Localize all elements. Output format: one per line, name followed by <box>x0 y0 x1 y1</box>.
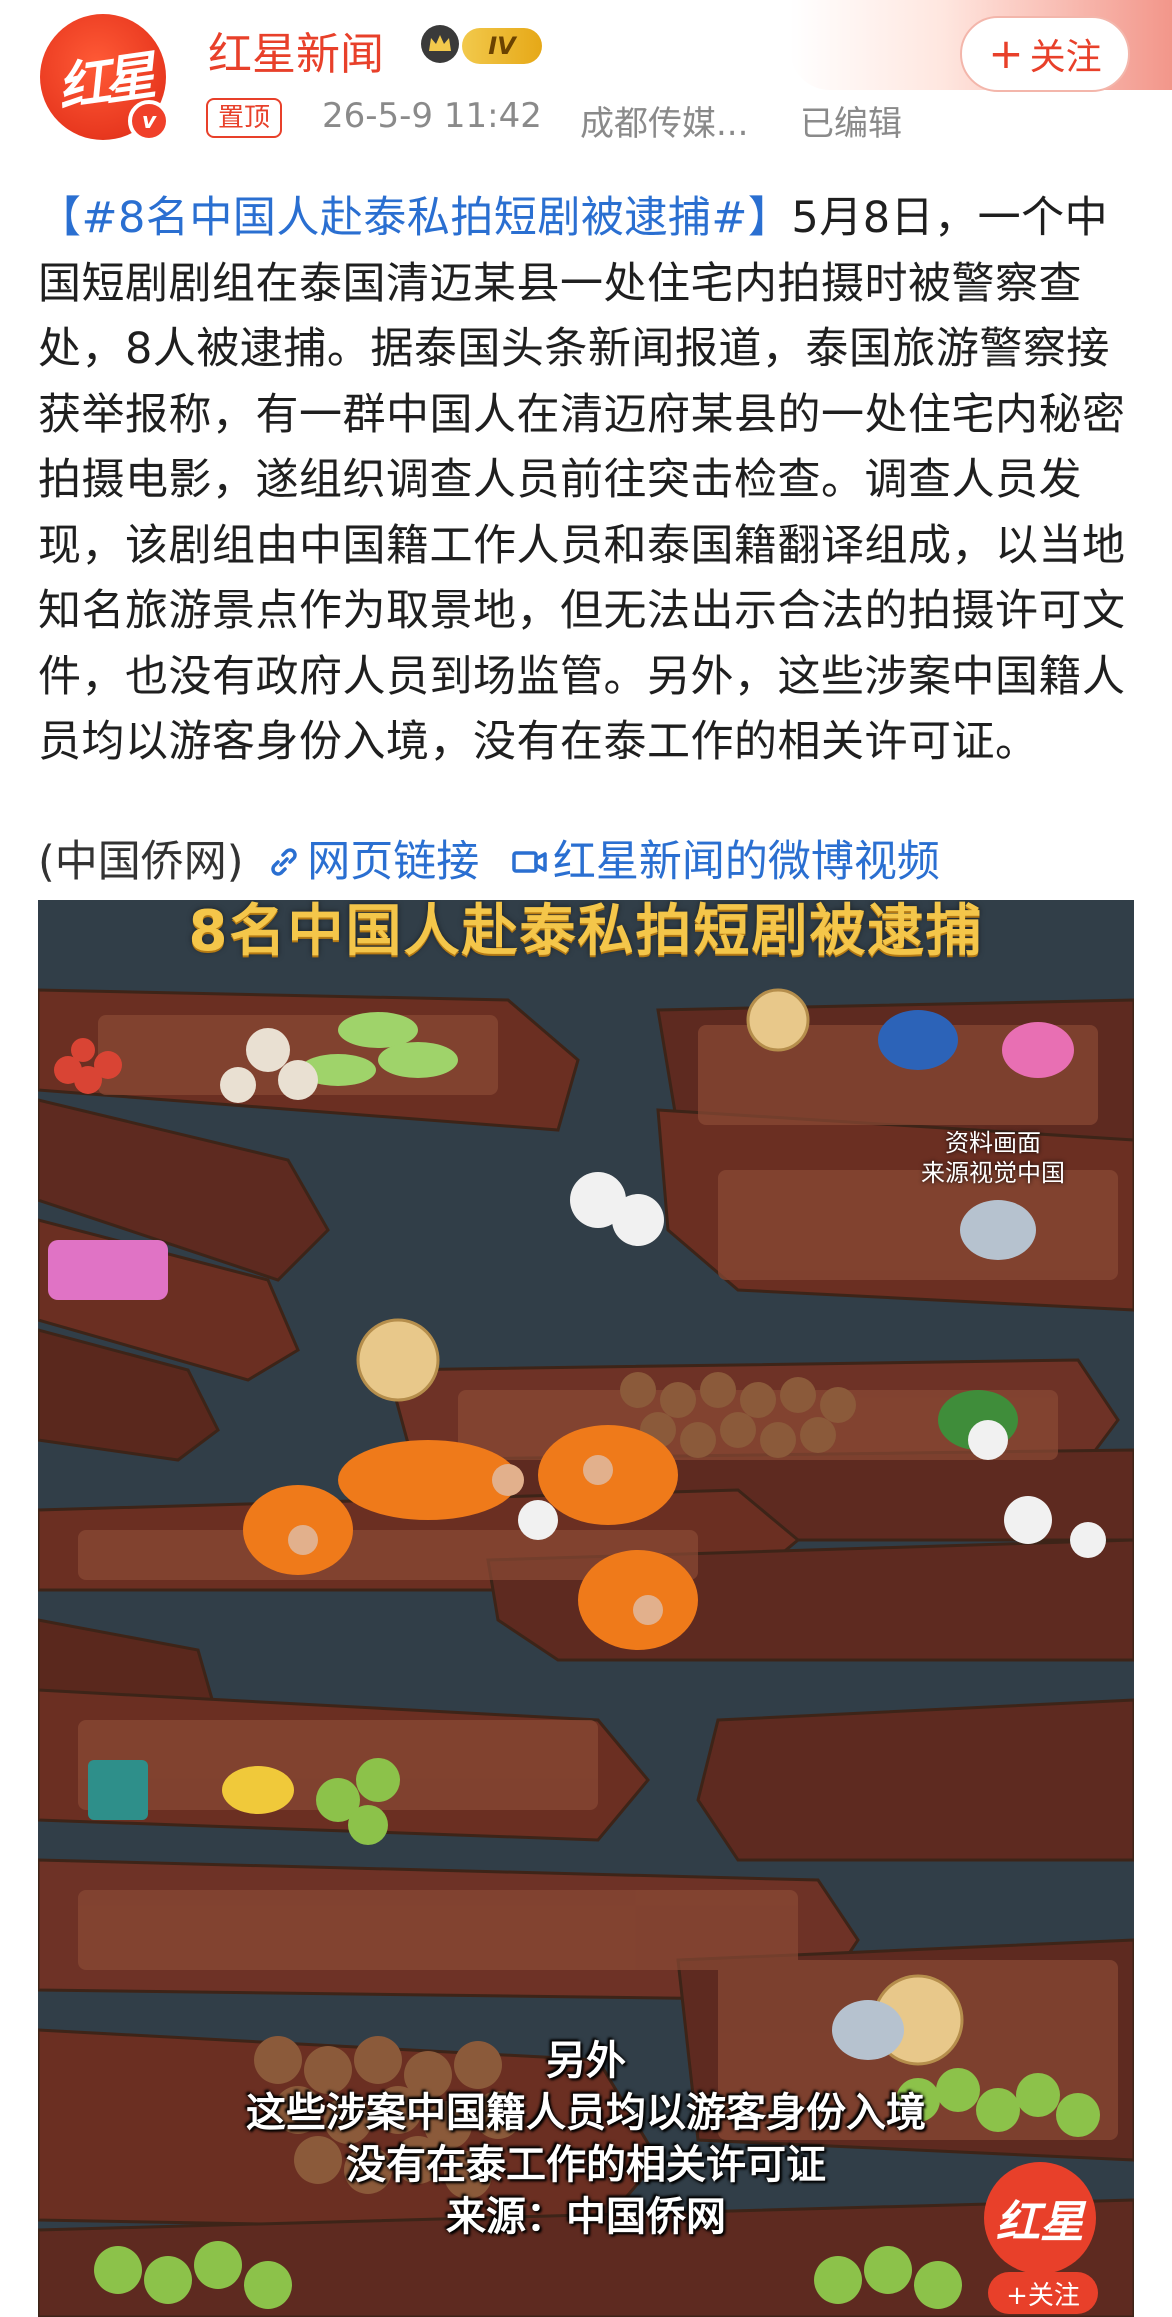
level-badge: IV <box>462 28 542 64</box>
follow-button[interactable]: + 关注 <box>960 16 1130 92</box>
post-source: 成都传媒... <box>580 104 749 144</box>
video-subtitle-1: 另外 <box>546 2038 626 2084</box>
video-player[interactable]: 8名中国人赴泰私拍短剧被逮捕 资料画面 来源视觉中国 另外 这些涉案中国籍人员均… <box>38 900 1134 2317</box>
follow-label: 关注 <box>1029 37 1102 78</box>
post-time: 26-5-9 11:42 <box>322 96 542 136</box>
link-icon <box>271 847 297 876</box>
video-subtitle-4: 来源：中国侨网 <box>446 2194 726 2240</box>
account-name[interactable]: 红星新闻 <box>208 18 384 82</box>
watermark-line-2: 来源视觉中国 <box>921 1159 1065 1187</box>
video-icon <box>512 850 547 873</box>
plus-icon: + <box>988 29 1024 78</box>
source-note: (中国侨网) <box>38 837 244 887</box>
post-links: (中国侨网) 网页链接 红星新闻的微博视频 <box>38 830 1138 895</box>
web-link[interactable]: 网页链接 <box>307 837 479 887</box>
video-channel-logo[interactable]: 红星 <box>984 2162 1096 2274</box>
pinned-tag: 置顶 <box>206 98 283 138</box>
video-subtitle-2: 这些涉案中国籍人员均以游客身份入境 <box>246 2090 926 2136</box>
post-header: 红星 v 红星新闻 IV 置顶 26-5-9 11:42 成都传媒... 已编辑… <box>0 0 1172 165</box>
post-body-text: 5月8日，一个中国短剧剧组在泰国清迈某县一处住宅内拍摄时被警察查处，8人被逮捕。… <box>38 193 1126 767</box>
crown-icon <box>421 25 459 63</box>
verified-badge-icon: v <box>128 100 170 142</box>
video-subtitle-3: 没有在泰工作的相关许可证 <box>346 2142 826 2188</box>
edited-label: 已编辑 <box>800 104 902 144</box>
watermark-line-1: 资料画面 <box>945 1129 1041 1157</box>
video-watermark: 资料画面 来源视觉中国 <box>908 1128 1078 1188</box>
video-title: 8名中国人赴泰私拍短剧被逮捕 <box>188 900 984 964</box>
video-follow-button[interactable]: +关注 <box>988 2272 1098 2314</box>
post-body: 【#8名中国人赴泰私拍短剧被逮捕#】5月8日，一个中国短剧剧组在泰国清迈某县一处… <box>38 186 1138 776</box>
video-link[interactable]: 红星新闻的微博视频 <box>553 837 940 887</box>
hashtag-link[interactable]: 【#8名中国人赴泰私拍短剧被逮捕#】 <box>38 193 791 243</box>
